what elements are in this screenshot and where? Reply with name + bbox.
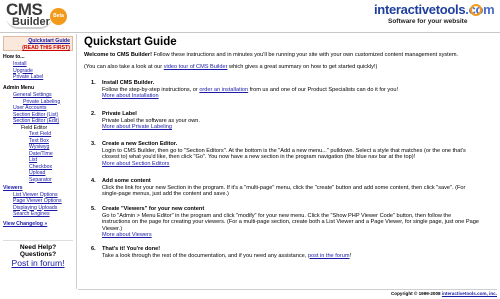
step-4: 4. Add some content Click the link for y… [91, 178, 491, 202]
sidebar-link-read-first[interactable]: (READ THIS FIRST) [4, 45, 70, 52]
cms-builder-logo[interactable]: CMS Builder Beta [6, 0, 67, 30]
sidebar-item-separator[interactable]: Separator [29, 177, 52, 184]
intro-bold: Welcome to CMS Builder! [84, 52, 152, 58]
step-text: Take a look through the rest of the docu… [102, 252, 308, 259]
step-2: 2. Private Label Private Label the softw… [91, 111, 491, 137]
copyright-label: Copyright © 1999-2008 [390, 291, 442, 296]
sidebar: Quickstart Guide (READ THIS FIRST) How t… [3, 36, 73, 288]
step-5: 5. Create "Viewers" for your new content… [91, 206, 491, 240]
step-text: Follow the step-by-step instructions, or [102, 86, 200, 93]
video-post: which gives a great summary on how to ge… [227, 64, 378, 70]
post-in-the-forum-link[interactable]: post in the forum [308, 253, 350, 259]
brand-ring-icon [470, 4, 482, 16]
sidebar-link-quickstart[interactable]: Quickstart Guide [4, 38, 70, 45]
step-text: ! [349, 252, 352, 259]
sidebar-item-search-engines[interactable]: Search Engines [13, 211, 50, 218]
post-in-forum-link[interactable]: Post in forum! [3, 259, 73, 267]
sidebar-quickstart-card: Quickstart Guide (READ THIS FIRST) [3, 36, 73, 51]
step-line: instructions on the page for creating yo… [102, 219, 479, 225]
footer: Copyright © 1999-2008 interactivetools.c… [78, 289, 497, 296]
howto-label: How to... [3, 54, 25, 60]
more-about-section-editors-link[interactable]: More about Section Editors [102, 161, 492, 168]
step-text: from us and one of our Product Specialis… [248, 86, 399, 93]
step-number: 1. [91, 80, 96, 86]
intro-paragraph: Welcome to CMS Builder! Follow these ins… [84, 52, 458, 59]
logo-swoosh [6, 17, 52, 29]
step-number: 2. [91, 111, 96, 117]
help-box: Need Help? Questions? Post in forum! [3, 240, 73, 268]
column-divider [76, 34, 77, 289]
help-title: Need Help? Questions? [19, 244, 57, 258]
video-pre: (You can also take a look at our [84, 64, 164, 70]
more-about-viewers-link[interactable]: More about Viewers [102, 232, 492, 239]
step-1: 1. Install CMS Builder. Follow the step-… [91, 80, 491, 108]
video-paragraph: (You can also take a look at our video t… [84, 64, 377, 71]
page-title: Quickstart Guide [84, 36, 177, 48]
interactivetools-footer-link[interactable]: interactivetools.com, inc. [442, 291, 497, 296]
step-6: 6. That's it! You're done! Take a look t… [91, 246, 491, 262]
step-line: single-page menus, just add the content … [102, 191, 229, 197]
step-number: 6. [91, 246, 96, 252]
view-changelog-link[interactable]: View Changelog » [3, 221, 47, 228]
admin-menu-label: Admin Menu [3, 85, 35, 91]
interactivetools-logo[interactable]: interactivetools.com Software for your w… [374, 2, 495, 30]
step-number: 4. [91, 178, 96, 184]
order-installation-link[interactable]: order an installation [199, 87, 248, 93]
copyright-text: Copyright © 1999-2008 interactivetools.c… [391, 291, 497, 296]
video-tour-link[interactable]: video tour of CMS Builder [164, 64, 228, 70]
more-about-private-labeling-link[interactable]: More about Private Labeling [102, 124, 492, 131]
beta-badge: Beta [50, 8, 67, 25]
intro-text: Follow these instructions and in minutes… [151, 52, 459, 58]
brand-name-main: interactivetools [374, 2, 466, 17]
header: CMS Builder Beta interactivetools.com So… [0, 0, 500, 33]
more-about-installation-link[interactable]: More about Installation [102, 93, 492, 100]
step-3: 3. Create a new Section Editor. Login to… [91, 141, 491, 173]
step-line: Take a look through the rest of the docu… [102, 253, 492, 260]
sidebar-item-private-label[interactable]: Private Label [13, 74, 43, 81]
step-number: 5. [91, 206, 96, 212]
brand-tagline: Software for your website [388, 18, 468, 25]
step-number: 3. [91, 141, 96, 147]
